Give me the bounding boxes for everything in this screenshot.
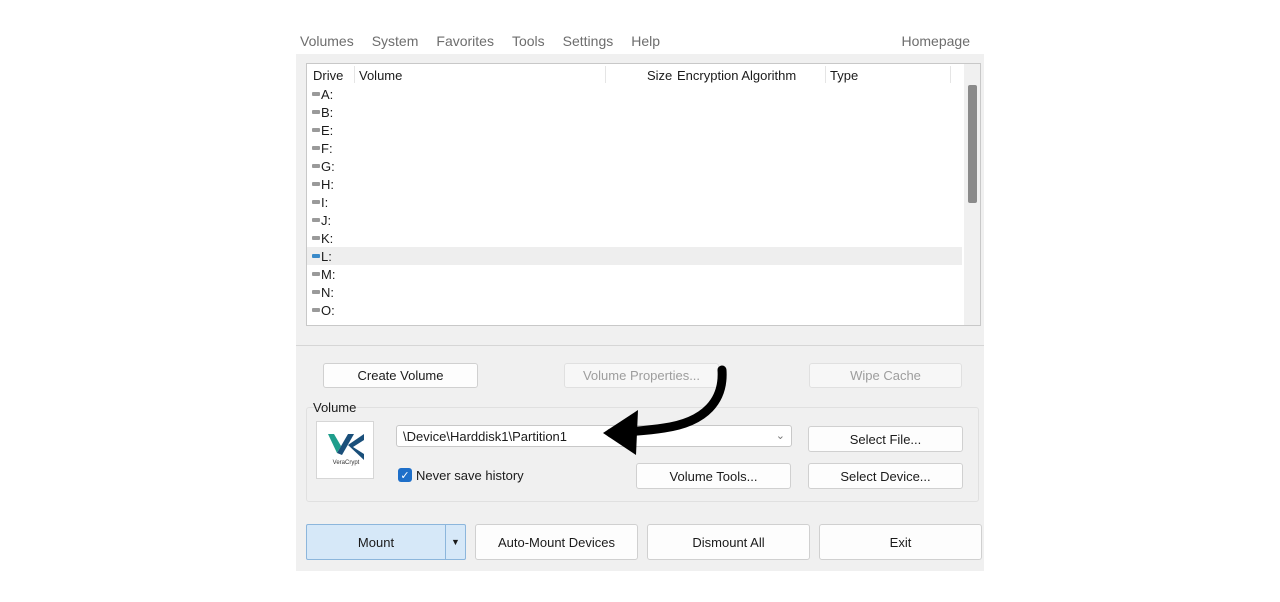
annotation-arrow-icon bbox=[603, 365, 727, 455]
